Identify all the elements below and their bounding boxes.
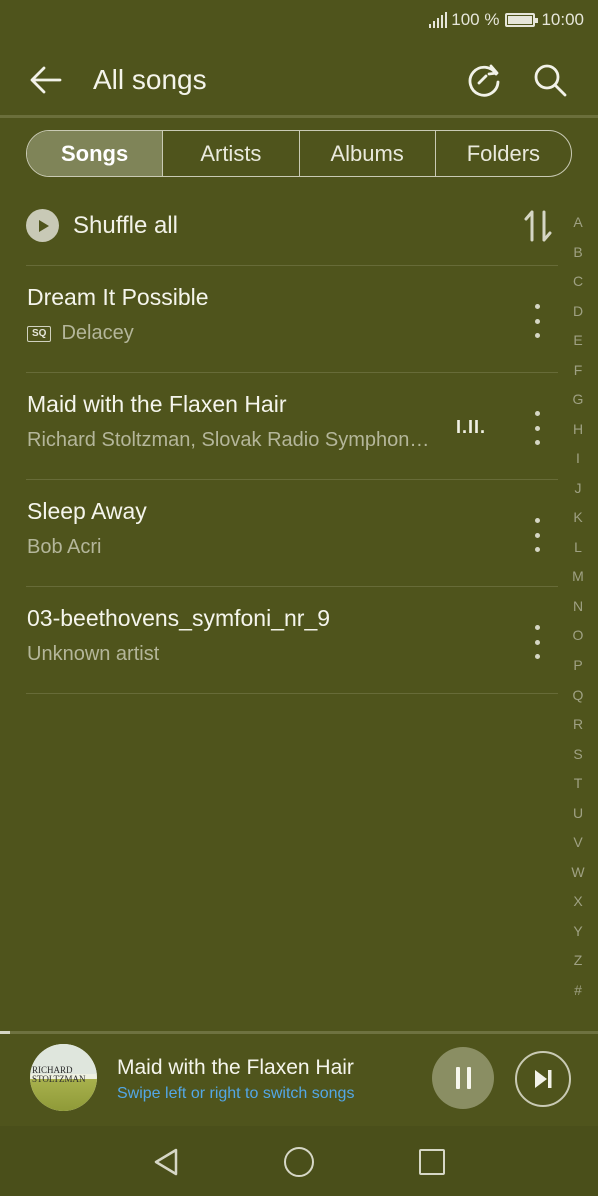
alphabet-index-letter[interactable]: J (575, 480, 582, 496)
alphabet-index-letter[interactable]: # (574, 982, 582, 998)
alphabet-index-letter[interactable]: O (573, 627, 584, 643)
alphabet-index-letter[interactable]: N (573, 598, 583, 614)
status-bar: 100 % 10:00 (0, 0, 598, 40)
battery-icon (505, 13, 539, 27)
alphabet-index-letter[interactable]: S (573, 746, 582, 762)
alphabet-index-letter[interactable]: Q (573, 687, 584, 703)
back-arrow-icon[interactable] (28, 62, 64, 98)
alphabet-index-letter[interactable]: C (573, 273, 583, 289)
more-vertical-icon[interactable] (530, 304, 544, 338)
more-vertical-icon[interactable] (530, 518, 544, 552)
song-title: Sleep Away (27, 498, 147, 524)
signal-icon (429, 12, 448, 28)
system-nav-bar (0, 1126, 598, 1196)
nav-recent-icon[interactable] (419, 1149, 445, 1175)
tab-albums[interactable]: Albums (298, 131, 435, 176)
nav-home-icon[interactable] (284, 1147, 314, 1177)
song-row[interactable]: Sleep Away Bob Acri (26, 480, 558, 587)
play-icon (26, 209, 59, 242)
mini-player[interactable]: RICHARD STOLTZMAN Maid with the Flaxen H… (0, 1034, 598, 1122)
alphabet-index-letter[interactable]: L (574, 539, 582, 555)
tab-bar: Songs Artists Albums Folders (26, 130, 572, 177)
song-row[interactable]: Maid with the Flaxen Hair Richard Stoltz… (26, 373, 558, 480)
song-artist: Richard Stoltzman, Slovak Radio Symphon… (27, 429, 430, 451)
alphabet-index-letter[interactable]: Y (573, 923, 582, 939)
more-vertical-icon[interactable] (530, 411, 544, 445)
tab-artists[interactable]: Artists (162, 131, 298, 176)
now-playing-indicator-icon: I.II. (456, 417, 487, 437)
song-artist: Bob Acri (27, 536, 102, 558)
more-vertical-icon[interactable] (530, 625, 544, 659)
shuffle-all-row[interactable]: Shuffle all (26, 200, 556, 256)
swipe-hint: Swipe left or right to switch songs (117, 1085, 355, 1102)
song-title: Dream It Possible (27, 284, 209, 310)
search-icon[interactable] (532, 62, 568, 98)
now-playing-title: Maid with the Flaxen Hair (117, 1056, 354, 1079)
alphabet-index-letter[interactable]: G (573, 391, 584, 407)
song-row[interactable]: 03-beethovens_symfoni_nr_9 Unknown artis… (26, 587, 558, 694)
song-title: 03-beethovens_symfoni_nr_9 (27, 605, 331, 631)
clock: 10:00 (541, 10, 584, 29)
alphabet-index-letter[interactable]: F (574, 362, 583, 378)
page-title: All songs (93, 64, 207, 95)
album-art-text: RICHARD STOLTZMAN (32, 1065, 86, 1084)
refresh-icon[interactable] (466, 62, 502, 98)
alphabet-index-letter[interactable]: B (573, 244, 582, 260)
alphabet-index-letter[interactable]: M (572, 568, 584, 584)
song-title: Maid with the Flaxen Hair (27, 391, 287, 417)
alphabet-index[interactable]: A B C D E F G H I J K L M N O P Q R S T U V W X Y Z # (568, 214, 588, 998)
alphabet-index-letter[interactable]: R (573, 716, 583, 732)
alphabet-index-letter[interactable]: T (574, 775, 583, 791)
alphabet-index-letter[interactable]: A (573, 214, 582, 230)
skip-next-button[interactable] (515, 1051, 571, 1107)
sq-badge: SQ (27, 326, 52, 342)
album-art[interactable]: RICHARD STOLTZMAN (30, 1044, 97, 1111)
shuffle-all-label: Shuffle all (73, 212, 178, 239)
alphabet-index-letter[interactable]: D (573, 303, 583, 319)
song-artist: Unknown artist (27, 643, 160, 665)
alphabet-index-letter[interactable]: E (573, 332, 582, 348)
app-bar: All songs (0, 40, 598, 118)
sort-icon[interactable] (523, 208, 553, 244)
alphabet-index-letter[interactable]: I (576, 450, 580, 466)
tab-songs[interactable]: Songs (27, 131, 163, 176)
nav-back-icon[interactable] (150, 1146, 182, 1178)
song-artist-line: SQ Delacey (27, 322, 134, 345)
pause-icon (455, 1067, 460, 1089)
divider (26, 693, 558, 694)
song-artist: Delacey (61, 322, 134, 344)
tab-folders[interactable]: Folders (434, 131, 571, 176)
song-row[interactable]: Dream It Possible SQ Delacey (26, 266, 558, 373)
alphabet-index-letter[interactable]: K (573, 509, 582, 525)
battery-percentage: 100 % (451, 10, 500, 29)
alphabet-index-letter[interactable]: P (573, 657, 582, 673)
pause-button[interactable] (432, 1047, 494, 1109)
alphabet-index-letter[interactable]: U (573, 805, 583, 821)
alphabet-index-letter[interactable]: H (573, 421, 583, 437)
alphabet-index-letter[interactable]: Z (574, 952, 583, 968)
app-bar-divider (0, 115, 598, 118)
alphabet-index-letter[interactable]: X (573, 893, 582, 909)
skip-next-icon (535, 1070, 552, 1088)
alphabet-index-letter[interactable]: W (571, 864, 584, 880)
alphabet-index-letter[interactable]: V (573, 834, 582, 850)
